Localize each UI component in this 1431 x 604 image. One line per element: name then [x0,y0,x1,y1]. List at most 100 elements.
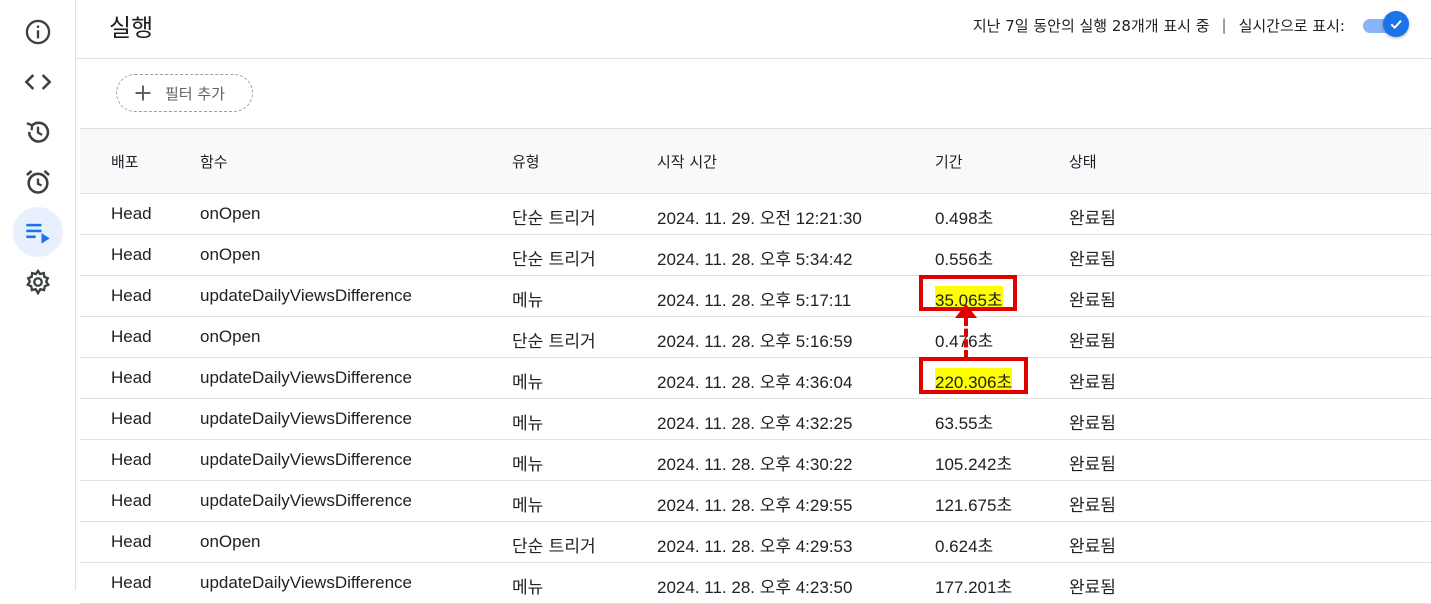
header-deploy[interactable]: 배포 [111,151,139,172]
cell-deploy: Head [111,491,152,510]
gear-icon [25,268,51,296]
cell-deploy: Head [111,573,152,592]
plus-icon [135,85,151,101]
add-filter-button[interactable]: 필터 추가 [116,74,253,112]
cell-type: 메뉴 [512,414,544,434]
cell-duration-highlighted: 220.306초 [935,368,1013,393]
cell-status: 완료됨 [1069,414,1116,434]
cell-duration: 63.55초 [935,414,994,433]
cell-start-time: 2024. 11. 28. 오후 5:34:42 [657,250,853,269]
cell-status: 완료됨 [1069,209,1116,229]
separator: | [1221,16,1227,34]
cell-status: 완료됨 [1069,455,1116,475]
table-row[interactable]: Head updateDailyViewsDifference 메뉴 2024.… [80,276,1431,317]
header-function[interactable]: 함수 [200,151,228,172]
table-row[interactable]: Head onOpen 단순 트리거 2024. 11. 28. 오후 4:29… [80,522,1431,563]
cell-function: updateDailyViewsDifference [200,491,412,510]
cell-status: 완료됨 [1069,291,1116,311]
cell-type: 단순 트리거 [512,537,596,557]
cell-deploy: Head [111,450,152,469]
cell-status: 완료됨 [1069,496,1116,516]
table-row[interactable]: Head updateDailyViewsDifference 메뉴 2024.… [80,563,1431,604]
cell-deploy: Head [111,327,152,346]
cell-function: updateDailyViewsDifference [200,450,412,469]
cell-duration: 177.201초 [935,578,1013,597]
cell-start-time: 2024. 11. 28. 오후 5:16:59 [657,332,853,351]
table-header: 배포 함수 유형 시작 시간 기간 상태 [80,128,1431,194]
cell-type: 메뉴 [512,578,544,598]
nav-history[interactable] [13,107,63,157]
table-row[interactable]: Head updateDailyViewsDifference 메뉴 2024.… [80,358,1431,399]
cell-status: 완료됨 [1069,537,1116,557]
cell-deploy: Head [111,245,152,264]
cell-duration: 121.675초 [935,496,1013,515]
cell-deploy: Head [111,204,152,223]
executions-icon [26,223,50,244]
nav-settings[interactable] [13,257,63,307]
sidebar [0,0,76,590]
cell-duration: 0.556초 [935,250,994,269]
cell-start-time: 2024. 11. 28. 오후 4:23:50 [657,578,853,597]
toggle-thumb [1383,11,1409,37]
header: 실행 지난 7일 동안의 실행 28개개 표시 중 | 실시간으로 표시: [76,0,1431,59]
cell-deploy: Head [111,368,152,387]
executions-count-text: 지난 7일 동안의 실행 28개개 표시 중 [972,16,1210,35]
table-row[interactable]: Head onOpen 단순 트리거 2024. 11. 28. 오후 5:34… [80,235,1431,276]
realtime-label: 실시간으로 표시: [1238,16,1345,35]
table-row[interactable]: Head onOpen 단순 트리거 2024. 11. 29. 오전 12:2… [80,194,1431,235]
nav-editor[interactable] [13,57,63,107]
cell-type: 메뉴 [512,291,544,311]
annotation-arrow-head [955,304,977,318]
cell-function: onOpen [200,204,261,223]
info-icon [25,19,51,45]
history-icon [26,121,50,143]
cell-type: 단순 트리거 [512,250,596,270]
cell-type: 메뉴 [512,455,544,475]
cell-type: 메뉴 [512,496,544,516]
table-row[interactable]: Head updateDailyViewsDifference 메뉴 2024.… [80,481,1431,522]
check-icon [1390,19,1402,30]
cell-start-time: 2024. 11. 29. 오전 12:21:30 [657,209,862,228]
cell-function: onOpen [200,532,261,551]
nav-overview[interactable] [13,7,63,57]
cell-function: updateDailyViewsDifference [200,286,412,305]
cell-type: 단순 트리거 [512,332,596,352]
header-status: 지난 7일 동안의 실행 28개개 표시 중 | 실시간으로 표시: [973,8,1409,42]
cell-status: 완료됨 [1069,250,1116,270]
cell-deploy: Head [111,532,152,551]
cell-function: onOpen [200,327,261,346]
cell-start-time: 2024. 11. 28. 오후 4:29:53 [657,537,853,556]
cell-start-time: 2024. 11. 28. 오후 4:36:04 [657,373,853,392]
nav-executions[interactable] [13,207,63,257]
table-row[interactable]: Head onOpen 단순 트리거 2024. 11. 28. 오후 5:16… [80,317,1431,358]
page-title: 실행 [109,14,154,42]
cell-duration: 0.624초 [935,537,994,556]
table-row[interactable]: Head updateDailyViewsDifference 메뉴 2024.… [80,399,1431,440]
realtime-toggle[interactable] [1363,11,1409,39]
header-type[interactable]: 유형 [512,151,540,172]
header-status[interactable]: 상태 [1069,151,1097,172]
cell-type: 단순 트리거 [512,209,596,229]
cell-deploy: Head [111,409,152,428]
executions-table: 배포 함수 유형 시작 시간 기간 상태 Head onOpen 단순 트리거 … [80,128,1431,604]
cell-status: 완료됨 [1069,332,1116,352]
table-row[interactable]: Head updateDailyViewsDifference 메뉴 2024.… [80,440,1431,481]
cell-start-time: 2024. 11. 28. 오후 4:32:25 [657,414,853,433]
cell-start-time: 2024. 11. 28. 오후 5:17:11 [657,291,852,310]
alarm-icon [26,169,50,194]
cell-duration: 105.242초 [935,455,1013,474]
cell-status: 완료됨 [1069,373,1116,393]
cell-function: updateDailyViewsDifference [200,368,412,387]
cell-start-time: 2024. 11. 28. 오후 4:30:22 [657,455,853,474]
cell-status: 완료됨 [1069,578,1116,598]
nav-triggers[interactable] [13,157,63,207]
cell-start-time: 2024. 11. 28. 오후 4:29:55 [657,496,853,515]
cell-deploy: Head [111,286,152,305]
cell-function: onOpen [200,245,261,264]
cell-function: updateDailyViewsDifference [200,409,412,428]
header-start-time[interactable]: 시작 시간 [657,151,717,172]
annotation-arrow-line [964,318,968,358]
header-duration[interactable]: 기간 [935,151,963,172]
code-icon [24,74,52,90]
cell-type: 메뉴 [512,373,544,393]
